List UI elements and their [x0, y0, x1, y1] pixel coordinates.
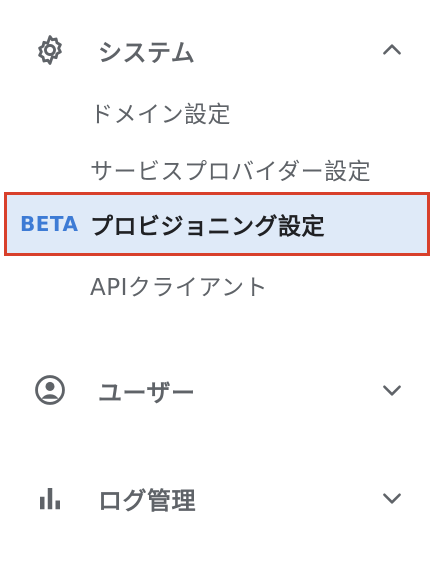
chevron-up-icon[interactable]: [376, 34, 408, 66]
sidebar-item-label: ドメイン設定: [90, 102, 231, 128]
chevron-down-icon[interactable]: [376, 482, 408, 514]
section-header-logs[interactable]: ログ管理: [0, 470, 440, 526]
sidebar-nav: システム ドメイン設定 サービスプロバイダー設定 BETA プロビジョニング設定…: [0, 0, 440, 564]
account-circle-icon: [32, 372, 68, 408]
section-label-users: ユーザー: [98, 378, 196, 407]
bar-chart-icon: [32, 480, 68, 516]
section-header-users[interactable]: ユーザー: [0, 362, 440, 418]
section-header-system[interactable]: システム: [0, 22, 440, 78]
sidebar-item-provisioning-settings[interactable]: BETA プロビジョニング設定: [0, 196, 440, 252]
sidebar-item-service-provider-settings[interactable]: サービスプロバイダー設定: [0, 141, 440, 197]
sidebar-item-api-clients[interactable]: APIクライアント: [0, 257, 440, 313]
sidebar-item-domain-settings[interactable]: ドメイン設定: [0, 84, 440, 140]
sidebar-item-label: プロビジョニング設定: [90, 214, 325, 240]
gear-icon: [32, 32, 68, 68]
section-label-logs: ログ管理: [98, 486, 196, 515]
section-label-system: システム: [98, 38, 196, 67]
beta-badge: BETA: [20, 212, 79, 236]
chevron-down-icon[interactable]: [376, 374, 408, 406]
sidebar-item-label: サービスプロバイダー設定: [90, 159, 372, 185]
sidebar-item-label: APIクライアント: [90, 275, 268, 301]
